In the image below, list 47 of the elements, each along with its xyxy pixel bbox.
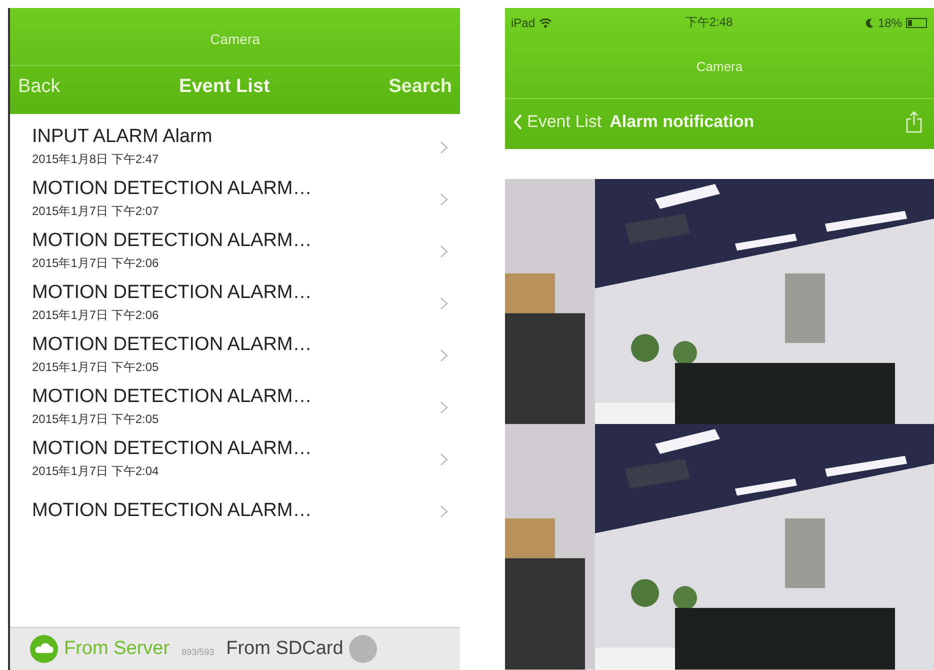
event-title: MOTION DETECTION ALARM…: [32, 386, 313, 408]
share-icon[interactable]: [906, 111, 922, 133]
wifi-icon: [539, 18, 552, 28]
event-title: INPUT ALARM Alarm: [32, 126, 214, 148]
event-row[interactable]: MOTION DETECTION ALARM… 2015年1月7日 下午2:04: [10, 434, 460, 486]
chevron-icon: [513, 114, 523, 130]
circle-icon: [349, 635, 378, 663]
event-row[interactable]: MOTION DETECTION ALARM… 2015年1月7日 下午2:06: [10, 278, 460, 330]
chevron-icon: [440, 452, 448, 466]
event-time: 2015年1月7日 下午2:06: [32, 255, 160, 272]
event-title: MOTION DETECTION ALARM…: [32, 178, 313, 200]
event-title: MOTION DETECTION ALARM…: [32, 282, 313, 304]
event-time: 2015年1月7日 下午2:06: [32, 307, 160, 324]
app-title: Camera: [210, 30, 260, 49]
chevron-icon: [440, 504, 448, 518]
event-title: MOTION DETECTION ALARM…: [32, 438, 313, 460]
event-row[interactable]: MOTION DETECTION ALARM… 2015年1月7日 下午2:06: [10, 226, 460, 278]
event-row[interactable]: MOTION DETECTION ALARM… 2015年1月7日 下午2:05: [10, 382, 460, 434]
device-name: iPad: [511, 16, 536, 30]
source-tab[interactable]: From SDCard: [226, 638, 344, 660]
event-title: MOTION DETECTION ALARM…: [32, 500, 313, 522]
event-title: MOTION DETECTION ALARM…: [32, 230, 313, 252]
event-time: 2015年1月7日 下午2:07: [32, 203, 160, 220]
event-row[interactable]: MOTION DETECTION ALARM… 2015年1月7日 下午2:07: [10, 174, 460, 226]
event-time: 2015年1月7日 下午2:04: [32, 463, 160, 480]
event-count: 893/593: [182, 647, 214, 657]
clock: 下午2:48: [685, 14, 733, 31]
event-row[interactable]: MOTION DETECTION ALARM…: [10, 486, 460, 538]
chevron-icon: [440, 296, 448, 310]
event-row[interactable]: INPUT ALARM Alarm 2015年1月8日 下午2:47: [10, 122, 460, 174]
event-time: 2015年1月7日 下午2:05: [32, 359, 160, 376]
cloud-icon: [30, 635, 58, 663]
chevron-icon: [440, 140, 448, 154]
chevron-icon: [440, 192, 448, 206]
app-title: Camera: [695, 58, 744, 76]
moon-icon: [866, 18, 874, 28]
battery-icon: [906, 18, 928, 28]
chevron-icon: [440, 400, 448, 414]
battery-percent: 18%: [878, 16, 902, 30]
event-time: 2015年1月7日 下午2:05: [32, 411, 160, 428]
chevron-icon: [440, 348, 448, 362]
event-time: 2015年1月8日 下午2:47: [32, 151, 160, 168]
chevron-icon: [440, 244, 448, 258]
screen-title: Alarm notification: [610, 112, 756, 132]
screen-title: Event List: [179, 76, 270, 98]
event-title: MOTION DETECTION ALARM…: [32, 334, 313, 356]
event-row[interactable]: MOTION DETECTION ALARM… 2015年1月7日 下午2:05: [10, 330, 460, 382]
